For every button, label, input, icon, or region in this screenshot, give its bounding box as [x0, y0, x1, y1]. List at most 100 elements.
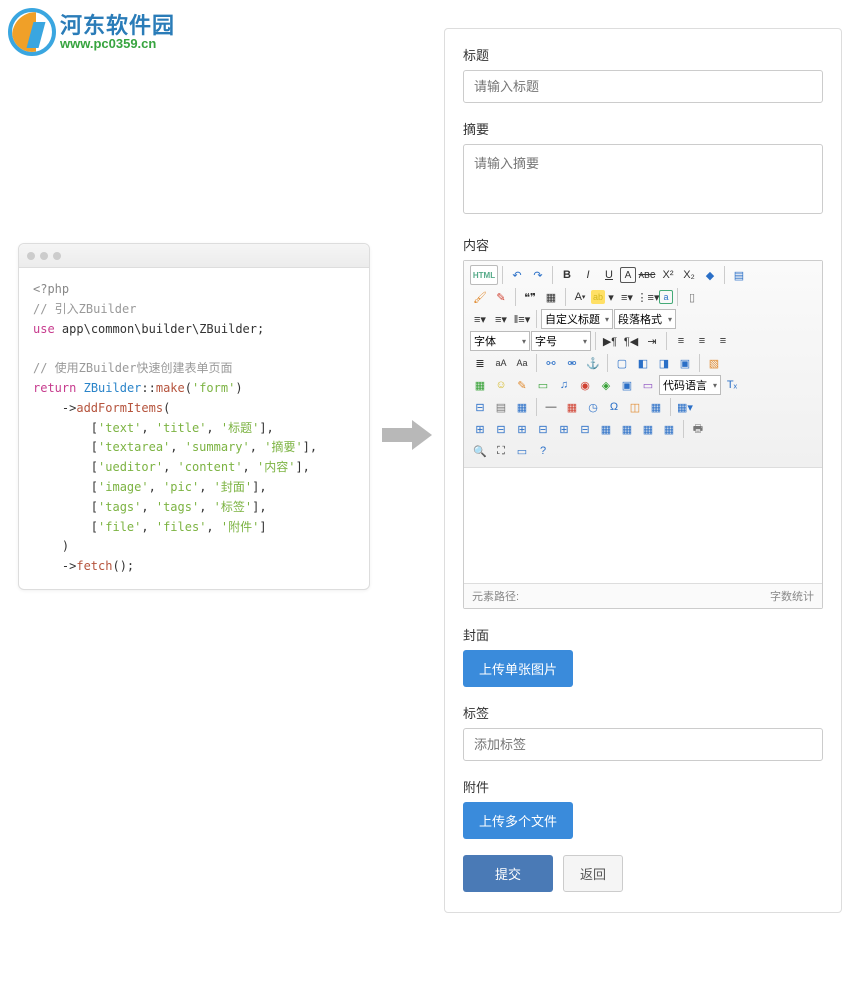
scrawl-icon[interactable]: ✎ [512, 375, 532, 395]
logo-url: www.pc0359.cn [60, 37, 175, 50]
touppercase-icon[interactable]: aA [491, 353, 511, 373]
fontborder-icon[interactable]: A [620, 267, 636, 283]
justifycenter-icon[interactable]: ≡ [692, 331, 712, 351]
splittocells-icon[interactable]: ▦ [659, 419, 679, 439]
selectall-icon[interactable]: a [659, 290, 673, 304]
upload-files-button[interactable]: 上传多个文件 [463, 802, 573, 839]
superscript-icon[interactable]: X² [658, 265, 678, 285]
pagebreak-icon[interactable]: ⊟ [470, 397, 490, 417]
bold-icon[interactable]: B [557, 265, 577, 285]
rowspacingbottom-icon[interactable]: ≡▾ [491, 309, 511, 329]
insertvideo-icon[interactable]: ▭ [533, 375, 553, 395]
insertrow-icon[interactable]: ⊞ [512, 419, 532, 439]
wordimage-icon[interactable]: ▦ [646, 397, 666, 417]
deleterow-icon[interactable]: ⊟ [533, 419, 553, 439]
italic-icon[interactable]: I [578, 265, 598, 285]
background-icon[interactable]: ▦ [512, 397, 532, 417]
insertframe-icon[interactable]: ▭ [638, 375, 658, 395]
print2-icon[interactable]: 🖶 [688, 419, 708, 439]
source-html-button[interactable]: HTML [470, 265, 498, 285]
fontsize-select[interactable]: 字号 [531, 331, 591, 351]
help-icon[interactable]: ? [533, 441, 553, 461]
autotypeset-icon[interactable]: ▤ [729, 265, 749, 285]
emotion-icon[interactable]: ☺ [491, 375, 511, 395]
underline-icon[interactable]: U [599, 265, 619, 285]
logo-icon [8, 8, 56, 56]
template-icon[interactable]: ▤ [491, 397, 511, 417]
imageleft-icon[interactable]: ◧ [633, 353, 653, 373]
tolowercase-icon[interactable]: Aa [512, 353, 532, 373]
map-icon[interactable]: ◈ [596, 375, 616, 395]
subscript-icon[interactable]: X₂ [679, 265, 699, 285]
link-icon[interactable]: ⚯ [541, 353, 561, 373]
inserttable-icon[interactable]: ▦▾ [675, 397, 695, 417]
mergeright-icon[interactable]: ▦ [617, 419, 637, 439]
tags-input[interactable] [463, 728, 823, 761]
wordcount[interactable]: 字数统计 [770, 588, 814, 604]
traffic-light-green-icon [53, 252, 61, 260]
simpleupload-icon[interactable]: ▧ [704, 353, 724, 373]
time-icon[interactable]: ◷ [583, 397, 603, 417]
editor-toolbar: HTML ↶ ↷ B I U A ᴀʙc X² X₂ ◆ ▤ [464, 261, 822, 468]
mergecells-icon[interactable]: ▦ [596, 419, 616, 439]
arrow-right-icon [382, 420, 432, 450]
deletetable-icon[interactable]: ⊞ [470, 419, 490, 439]
backcolor-arrow-icon[interactable]: ▾ [606, 287, 616, 307]
insertimage-icon[interactable]: ▦ [470, 375, 490, 395]
rowspacingtop-icon[interactable]: ≡▾ [470, 309, 490, 329]
insertorderedlist-icon[interactable]: ≡▾ [617, 287, 637, 307]
pasteplain-icon[interactable]: ✎ [491, 287, 511, 307]
backcolor-icon[interactable]: ab [591, 290, 605, 304]
insertcode-select[interactable]: 代码语言 [659, 375, 721, 395]
justifyleft-icon[interactable]: ≡ [671, 331, 691, 351]
print-icon[interactable]: ▯ [682, 287, 702, 307]
imageright-icon[interactable]: ◨ [654, 353, 674, 373]
traffic-light-red-icon [27, 252, 35, 260]
gmap-icon[interactable]: ▣ [617, 375, 637, 395]
horizontal-icon[interactable]: — [541, 397, 561, 417]
removeformat-icon[interactable]: ◆ [700, 265, 720, 285]
formatmatch-icon[interactable]: 🖌 [470, 287, 490, 307]
paragraph-select[interactable]: 段落格式 [614, 309, 676, 329]
title-input[interactable] [463, 70, 823, 103]
insertcol-icon[interactable]: ⊞ [554, 419, 574, 439]
deletecol-icon[interactable]: ⊟ [575, 419, 595, 439]
ltr-icon[interactable]: ▶¶ [600, 331, 620, 351]
date-icon[interactable]: ▦ [562, 397, 582, 417]
strikethrough-icon[interactable]: ᴀʙc [637, 265, 657, 285]
unlink-icon[interactable]: ⚮ [562, 353, 582, 373]
blockquote-icon[interactable]: ❝❞ [520, 287, 540, 307]
summary-input[interactable] [463, 144, 823, 214]
fullscreen-icon[interactable]: ⛶ [491, 441, 511, 461]
fontfamily-select[interactable]: 字体 [470, 331, 530, 351]
back-button[interactable]: 返回 [563, 855, 623, 892]
redo-icon[interactable]: ↷ [528, 265, 548, 285]
drafts-icon[interactable]: ▭ [512, 441, 532, 461]
lineheight-icon[interactable]: ‖≡▾ [512, 309, 532, 329]
summary-label: 摘要 [463, 119, 823, 138]
upload-image-button[interactable]: 上传单张图片 [463, 650, 573, 687]
spechars-icon[interactable]: Ω [604, 397, 624, 417]
webapp-icon[interactable]: Tₓ [722, 375, 742, 395]
anchor-icon[interactable]: ⚓ [583, 353, 603, 373]
preview-icon[interactable]: ▦ [541, 287, 561, 307]
imagecenter-icon[interactable]: ▣ [675, 353, 695, 373]
indent-icon[interactable]: ⇥ [642, 331, 662, 351]
imagenone-icon[interactable]: ▢ [612, 353, 632, 373]
searchreplace-icon[interactable]: 🔍 [470, 441, 490, 461]
forecolor-icon[interactable]: A▾ [570, 287, 590, 307]
mergedown-icon[interactable]: ▦ [638, 419, 658, 439]
submit-button[interactable]: 提交 [463, 855, 553, 892]
undo-icon[interactable]: ↶ [507, 265, 527, 285]
attachment-icon[interactable]: ◉ [575, 375, 595, 395]
insertunorderedlist-icon[interactable]: ⋮≡▾ [638, 287, 658, 307]
rtl-icon[interactable]: ¶◀ [621, 331, 641, 351]
editor-content[interactable] [464, 468, 822, 583]
snapscreen-icon[interactable]: ◫ [625, 397, 645, 417]
justifyright-icon[interactable]: ≡ [713, 331, 733, 351]
customstyle-select[interactable]: 自定义标题 [541, 309, 613, 329]
insertparagraphbeforetable-icon[interactable]: ⊟ [491, 419, 511, 439]
music-icon[interactable]: ♫ [554, 375, 574, 395]
justifyfull-icon[interactable]: ≣ [470, 353, 490, 373]
code-body: <?php // 引入ZBuilder use app\common\build… [19, 268, 369, 589]
